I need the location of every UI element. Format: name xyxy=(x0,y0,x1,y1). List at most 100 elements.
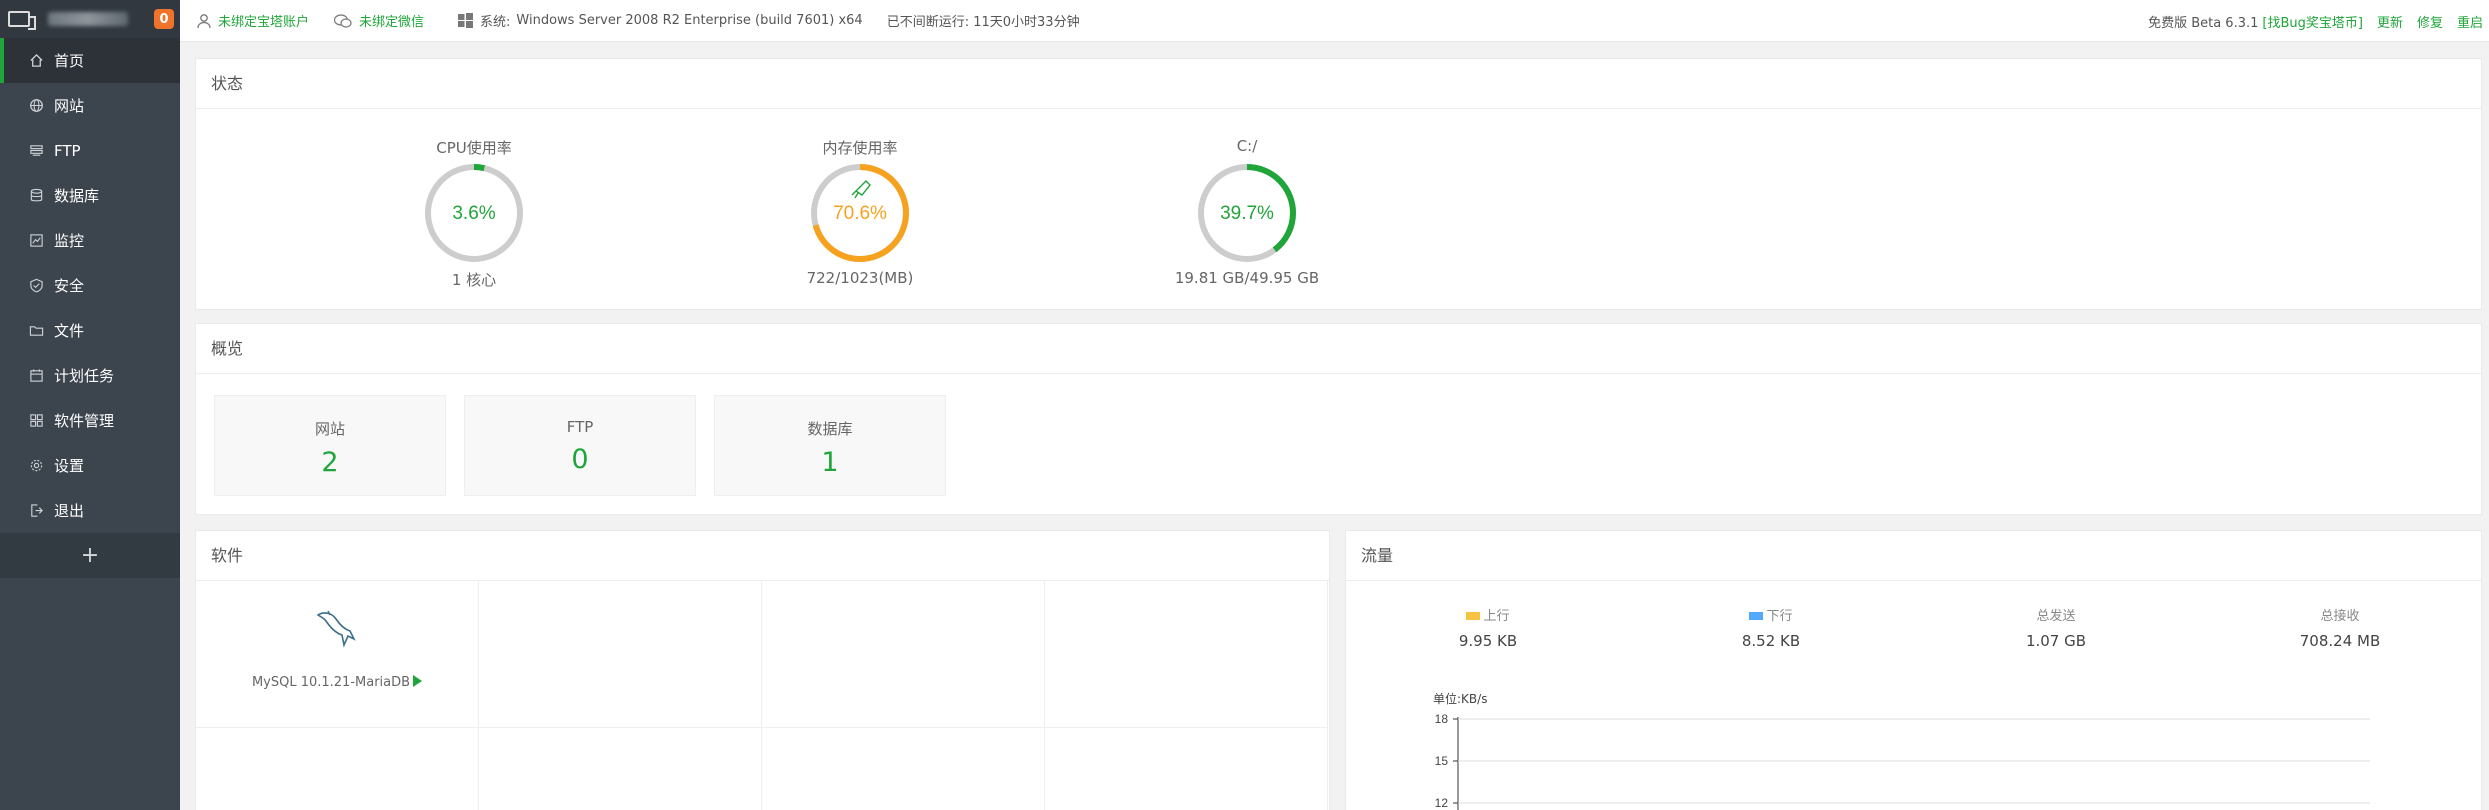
memory-gauge[interactable]: 内存使用率 70.6% 722/1023(MB) xyxy=(760,137,960,287)
overview-title: 概览 xyxy=(196,324,2481,374)
overview-card-database[interactable]: 数据库 1 xyxy=(714,395,946,496)
update-link[interactable]: 更新 xyxy=(2377,12,2403,31)
version-text: 免费版 Beta 6.3.1 xyxy=(2148,15,2259,31)
cpu-percent: 3.6% xyxy=(452,203,495,224)
wechat-text: 未绑定微信 xyxy=(359,15,425,30)
account-link[interactable]: 未绑定宝塔账户 xyxy=(196,11,309,30)
memory-usage: 722/1023(MB) xyxy=(806,269,914,287)
sidebar-item-10[interactable]: 退出 xyxy=(0,488,180,533)
restart-link[interactable]: 重启 xyxy=(2457,12,2483,31)
up-value: 9.95 KB xyxy=(1458,632,1518,650)
wechat-icon xyxy=(333,13,353,29)
add-nav-button[interactable]: + xyxy=(0,533,180,578)
traffic-sent: 总发送 1.07 GB xyxy=(1956,605,2156,650)
uptime: 已不间断运行: 11天0小时33分钟 xyxy=(886,15,1080,30)
calendar-icon xyxy=(28,368,44,384)
software-slot xyxy=(479,581,762,728)
home-icon xyxy=(28,53,44,69)
overview-card-websites[interactable]: 网站 2 xyxy=(214,395,446,496)
hostname-blurred xyxy=(48,12,128,26)
sidebar-item-5[interactable]: 安全 xyxy=(0,263,180,308)
sidebar-item-7[interactable]: 计划任务 xyxy=(0,353,180,398)
notification-badge[interactable]: 0 xyxy=(154,9,174,29)
cpu-gauge[interactable]: CPU使用率 3.6% 1 核心 xyxy=(374,137,574,290)
status-title: 状态 xyxy=(196,59,2481,109)
sidebar-item-1[interactable]: 网站 xyxy=(0,83,180,128)
up-label: 上行 xyxy=(1483,609,1510,624)
account-text: 未绑定宝塔账户 xyxy=(218,15,310,30)
nav-list: 首页网站 FTP 数据库监控安全文件计划任务软件管理设置退出 xyxy=(0,38,180,533)
sidebar-item-label: 退出 xyxy=(54,502,85,520)
sidebar-item-label: 安全 xyxy=(54,277,85,295)
memory-label: 内存使用率 xyxy=(822,139,898,157)
software-panel: 软件 MySQL 10.1.21-MariaDB xyxy=(195,530,1330,810)
shield-icon xyxy=(28,278,44,294)
database-icon xyxy=(28,188,44,204)
software-slot xyxy=(1045,728,1328,810)
memory-percent: 70.6% xyxy=(833,203,887,224)
monitor-icon xyxy=(28,233,44,249)
overview-card-ftp[interactable]: FTP 0 xyxy=(464,395,696,496)
cpu-cores: 1 核心 xyxy=(451,271,497,289)
software-slot xyxy=(762,581,1045,728)
disk-gauge[interactable]: C:/ 39.7% 19.81 GB/49.95 GB xyxy=(1147,137,1347,287)
repair-link[interactable]: 修复 xyxy=(2417,12,2443,31)
system-info: 系统: Windows Server 2008 R2 Enterprise (b… xyxy=(458,11,863,30)
sidebar-item-6[interactable]: 文件 xyxy=(0,308,180,353)
sidebar-item-label: 软件管理 xyxy=(54,412,115,430)
sidebar-item-8[interactable]: 软件管理 xyxy=(0,398,180,443)
traffic-up: 上行 9.95 KB xyxy=(1388,605,1588,650)
sidebar-item-label: 文件 xyxy=(54,322,85,340)
software-slot xyxy=(762,728,1045,810)
windows-icon xyxy=(458,12,474,29)
globe-icon xyxy=(28,98,44,114)
disk-label: C:/ xyxy=(1236,137,1258,155)
sidebar-item-label: 首页 xyxy=(54,52,85,70)
software-item-mysql[interactable]: MySQL 10.1.21-MariaDB xyxy=(196,581,479,728)
sidebar-item-label: 监控 xyxy=(54,232,85,250)
software-slot xyxy=(479,728,762,810)
software-slot xyxy=(196,728,479,810)
disk-usage: 19.81 GB/49.95 GB xyxy=(1174,269,1320,287)
ftp-icon xyxy=(28,143,44,159)
user-icon xyxy=(196,13,212,29)
sidebar-item-4[interactable]: 监控 xyxy=(0,218,180,263)
sent-value: 1.07 GB xyxy=(2025,632,2087,650)
software-slot xyxy=(1045,581,1328,728)
sidebar-item-9[interactable]: 设置 xyxy=(0,443,180,488)
top-right-actions: 免费版 Beta 6.3.1 [找Bug奖宝塔币] 更新 修复 重启 xyxy=(2134,0,2483,42)
disk-percent: 39.7% xyxy=(1220,203,1274,224)
y-tick: 15 xyxy=(1435,754,1449,768)
software-title: 软件 xyxy=(196,531,1329,581)
down-label: 下行 xyxy=(1766,609,1793,624)
traffic-received: 总接收 708.24 MB xyxy=(2240,605,2440,650)
overview-card-name: FTP xyxy=(566,418,594,436)
sidebar-item-label: 数据库 xyxy=(54,187,100,205)
sidebar-item-label: FTP xyxy=(54,141,81,160)
overview-card-value: 2 xyxy=(321,447,339,478)
software-item-name: MySQL 10.1.21-MariaDB xyxy=(196,675,478,690)
received-label: 总接收 xyxy=(2320,609,2360,624)
traffic-down: 下行 8.52 KB xyxy=(1671,605,1871,650)
sidebar-item-label: 设置 xyxy=(54,457,85,475)
down-value: 8.52 KB xyxy=(1741,632,1801,650)
system-label: 系统: xyxy=(480,15,511,30)
sidebar-item-2[interactable]: FTP xyxy=(0,128,180,173)
system-value: Windows Server 2008 R2 Enterprise (build… xyxy=(516,13,863,28)
logo-icon xyxy=(8,11,36,30)
sent-label: 总发送 xyxy=(2036,609,2076,624)
cpu-ring: 3.6% xyxy=(425,164,523,262)
traffic-chart: 18 15 12 xyxy=(1435,712,2370,810)
mysql-dolphin-icon xyxy=(316,610,356,648)
sidebar-item-3[interactable]: 数据库 xyxy=(0,173,180,218)
memory-ring: 70.6% xyxy=(811,164,909,262)
gear-icon xyxy=(28,458,44,474)
play-icon[interactable] xyxy=(413,675,423,687)
cpu-label: CPU使用率 xyxy=(436,139,512,157)
status-panel: 状态 CPU使用率 3.6% 1 核心 内存使用率 70.6% 722/1023… xyxy=(195,58,2482,310)
sidebar: 0 首页网站 FTP 数据库监控安全文件计划任务软件管理设置退出 + xyxy=(0,0,180,810)
folder-icon xyxy=(28,323,44,339)
sidebar-item-0[interactable]: 首页 xyxy=(0,38,180,83)
wechat-link[interactable]: 未绑定微信 xyxy=(333,11,424,30)
bug-link[interactable]: [找Bug奖宝塔币] xyxy=(2262,12,2363,31)
